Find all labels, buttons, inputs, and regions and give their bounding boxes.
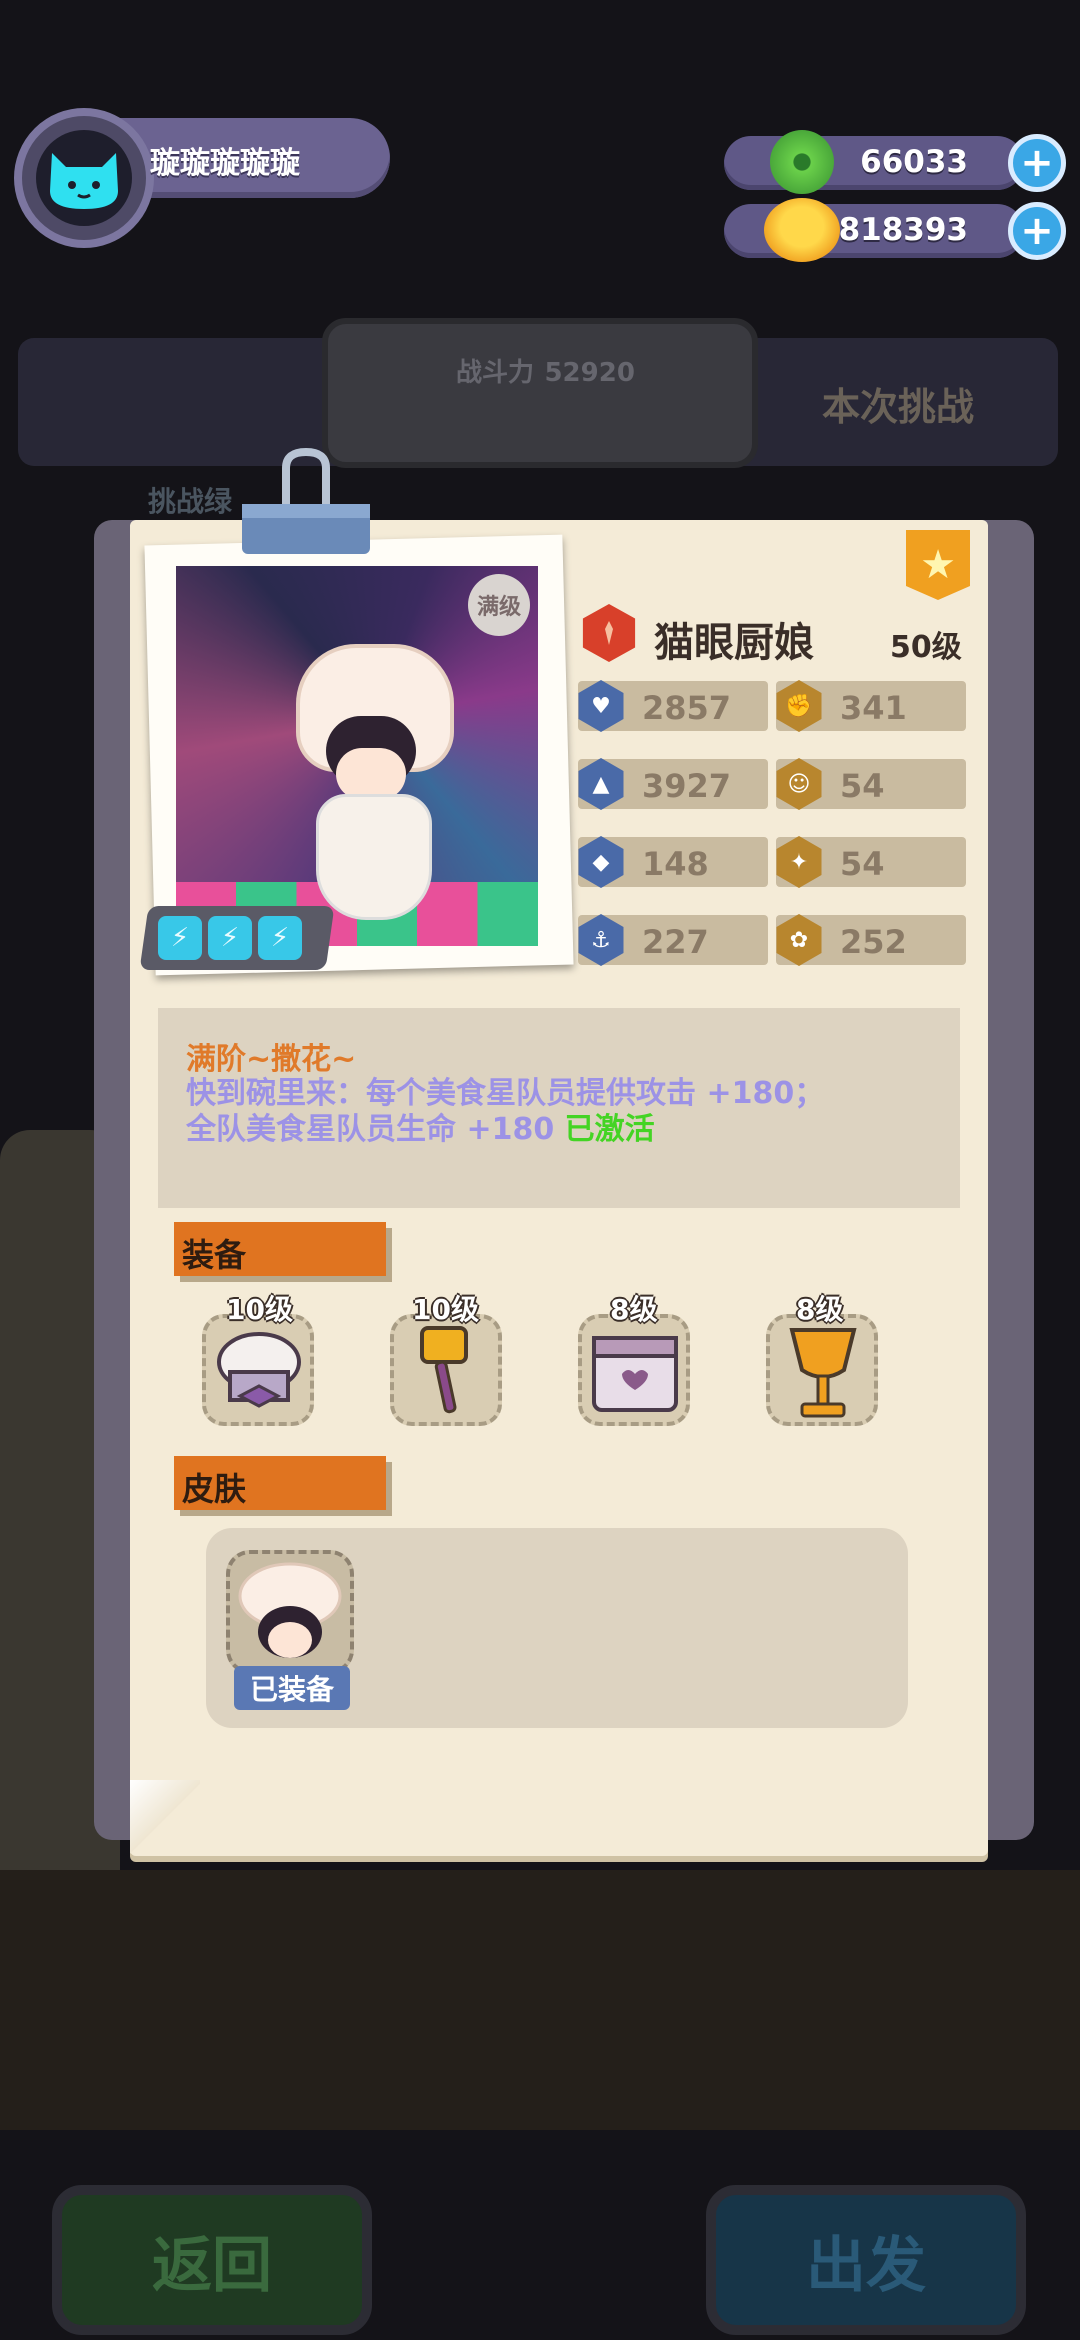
equipment-label: 装备 bbox=[182, 1236, 247, 1274]
equipment-section-tag: 装备 bbox=[174, 1222, 386, 1276]
skill-status: 已激活 bbox=[564, 1112, 655, 1147]
cat-icon bbox=[36, 130, 132, 226]
combat-power-box bbox=[322, 318, 758, 468]
character-body bbox=[316, 794, 432, 920]
skill-description: 快到碗里来：每个美食星队员提供攻击 +180；全队美食星队员生命 +180 已激… bbox=[186, 1076, 826, 1148]
back-button[interactable]: 返回 bbox=[52, 2185, 372, 2335]
stat-value: 148 bbox=[642, 845, 709, 883]
add-planet-coin-button[interactable]: + bbox=[1008, 202, 1066, 260]
go-button[interactable]: 出发 bbox=[706, 2185, 1026, 2335]
stat-value: 341 bbox=[840, 689, 907, 727]
trophy-cup-icon bbox=[789, 1328, 857, 1418]
equipment-level: 10级 bbox=[226, 1293, 293, 1326]
oven-icon bbox=[592, 1336, 678, 1412]
energy-icon: ⚡ bbox=[258, 916, 302, 960]
card-folded-corner bbox=[130, 1780, 200, 1856]
equipment-slot-trophy[interactable] bbox=[766, 1314, 878, 1426]
combat-power-value: 52920 bbox=[544, 358, 635, 388]
add-donut-button[interactable]: + bbox=[1008, 134, 1066, 192]
skin-label: 皮肤 bbox=[182, 1470, 247, 1508]
character-name: 猫眼厨娘 bbox=[654, 620, 814, 666]
equipment-level: 10级 bbox=[412, 1293, 479, 1326]
skill-title: 满阶~撒花~ bbox=[186, 1042, 357, 1077]
donut-coin-icon bbox=[770, 130, 834, 194]
energy-icon: ⚡ bbox=[158, 916, 202, 960]
combat-power-text: 战斗力 52920 bbox=[456, 352, 635, 389]
combat-power-label: 战斗力 bbox=[456, 358, 535, 388]
stat-value: 227 bbox=[642, 923, 709, 961]
equipment-slot-oven[interactable] bbox=[578, 1314, 690, 1426]
stat-value: 252 bbox=[840, 923, 907, 961]
character-level: 50级 bbox=[890, 630, 962, 665]
stat-value: 54 bbox=[840, 767, 885, 805]
binder-clip-icon bbox=[238, 447, 374, 558]
maxed-badge: 满级 bbox=[468, 574, 530, 636]
stat-value: 54 bbox=[840, 845, 885, 883]
equipment-slot-spatula[interactable] bbox=[390, 1314, 502, 1426]
chef-hat-icon bbox=[217, 1332, 301, 1408]
planet-coin-icon bbox=[764, 198, 840, 262]
challenge-green-label: 挑战绿 bbox=[148, 485, 233, 518]
book-bottom-background bbox=[0, 1870, 1080, 2130]
equipment-level: 8级 bbox=[796, 1293, 844, 1326]
skin-portrait bbox=[238, 1562, 342, 1658]
skin-section-tag: 皮肤 bbox=[174, 1456, 386, 1510]
spatula-icon bbox=[420, 1326, 468, 1414]
equipment-level: 8级 bbox=[610, 1293, 658, 1326]
player-name: 璇璇璇璇璇 bbox=[150, 146, 300, 181]
star-ribbon-icon: ★ bbox=[906, 530, 970, 600]
challenge-label: 本次挑战 bbox=[822, 385, 975, 429]
skin-slot[interactable] bbox=[226, 1550, 354, 1674]
character-face bbox=[336, 748, 406, 800]
donut-currency-value: 66033 bbox=[860, 144, 968, 180]
stat-value: 2857 bbox=[642, 689, 732, 727]
donut-currency-bar: 66033 bbox=[724, 136, 1024, 190]
stat-value: 3927 bbox=[642, 767, 732, 805]
skin-equipped-label: 已装备 bbox=[234, 1666, 350, 1710]
energy-icon: ⚡ bbox=[208, 916, 252, 960]
skill-description-text: 快到碗里来：每个美食星队员提供攻击 +180；全队美食星队员生命 +180 bbox=[186, 1076, 825, 1147]
equipment-slot-hat[interactable] bbox=[202, 1314, 314, 1426]
player-avatar[interactable] bbox=[14, 108, 154, 248]
